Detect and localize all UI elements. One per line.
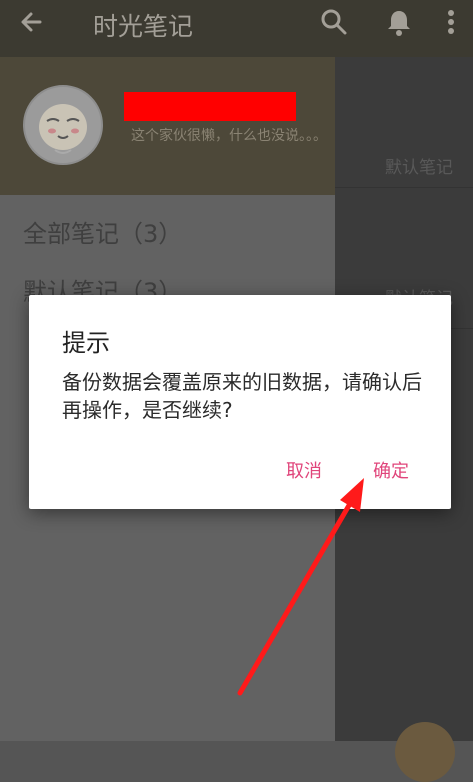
cancel-button[interactable]: 取消 [286,457,322,483]
more-vertical-icon[interactable] [446,8,456,38]
dialog-title: 提示 [62,329,110,357]
back-arrow-icon[interactable] [18,8,46,38]
app-title: 时光笔记 [93,12,194,41]
user-bio: 这个家伙很懒，什么也没说。。。 [131,128,327,144]
bell-icon[interactable] [386,8,412,38]
note-list-row[interactable]: 默认笔记 [335,57,473,188]
drawer-header: 这个家伙很懒，什么也没说。。。 [0,57,335,195]
confirm-dialog: 提示 备份数据会覆盖原来的旧数据，请确认后再操作，是否继续? 取消 确定 [29,295,451,509]
drawer-item-all-notes[interactable]: 全部笔记（3） [23,214,182,249]
floating-action-button[interactable] [395,722,455,782]
avatar[interactable] [23,85,103,165]
app-bar: 时光笔记 [0,0,473,57]
dialog-message: 备份数据会覆盖原来的旧数据，请确认后再操作，是否继续? [62,370,422,422]
redacted-username [124,92,296,121]
confirm-button[interactable]: 确定 [373,457,409,483]
note-category-label: 默认笔记 [385,158,453,178]
search-icon[interactable] [320,8,348,38]
